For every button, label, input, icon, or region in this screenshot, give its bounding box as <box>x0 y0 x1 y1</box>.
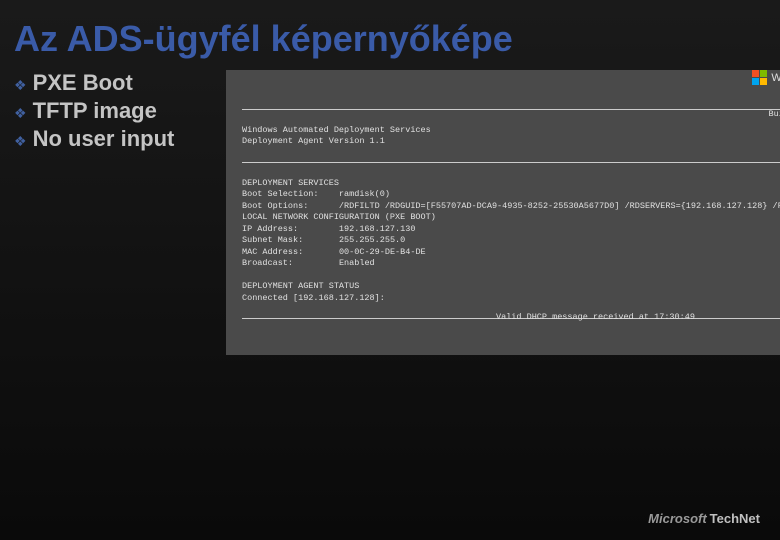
footer-logo: Microsoft TechNet <box>648 511 760 526</box>
content-area: ❖ PXE Boot ❖ TFTP image ❖ No user input … <box>0 70 780 340</box>
console-line: Subnet Mask: 255.255.255.0 <box>242 235 405 245</box>
section-title: DEPLOYMENT SERVICES <box>242 178 339 188</box>
bullet-list: ❖ PXE Boot ❖ TFTP image ❖ No user input <box>14 70 214 340</box>
section-title: DEPLOYMENT AGENT STATUS <box>242 281 359 291</box>
bullet-text: PXE Boot <box>33 70 133 96</box>
diamond-icon: ❖ <box>14 105 27 122</box>
console-line: Broadcast: Enabled <box>242 258 375 268</box>
console-line: Boot Options: /RDFILTD /RDGUID=[F55707AD… <box>242 201 780 211</box>
console-line: Deployment Agent Version 1.1 <box>242 136 385 146</box>
windows-logo: Windows Server 2003 <box>752 70 780 85</box>
list-item: ❖ TFTP image <box>14 98 214 124</box>
console-line: Boot Selection: ramdisk(0) <box>242 189 390 199</box>
valid-message: Valid DHCP message received at 17:30:49 <box>496 312 695 323</box>
technet-label: TechNet <box>710 511 760 526</box>
product-name: Windows Server <box>771 72 780 84</box>
bullet-text: No user input <box>33 126 175 152</box>
screenshot-topbar: Windows Server 2003 <box>226 70 780 85</box>
diamond-icon: ❖ <box>14 133 27 150</box>
list-item: ❖ No user input <box>14 126 214 152</box>
microsoft-label: Microsoft <box>648 511 707 526</box>
console-line: Connected [192.168.127.128]: <box>242 293 385 303</box>
build-label: Build 5249.15:10:19 <box>769 109 780 120</box>
list-item: ❖ PXE Boot <box>14 70 214 96</box>
slide-title: Az ADS-ügyfél képernyőképe <box>0 0 780 70</box>
console-line: IP Address: 192.168.127.130 <box>242 224 415 234</box>
console-line: MAC Address: 00-0C-29-DE-B4-DE <box>242 247 426 257</box>
console-line: Windows Automated Deployment Services <box>242 125 431 135</box>
ads-screenshot: Windows Server 2003 Windows Automated De… <box>226 70 780 340</box>
section-title: LOCAL NETWORK CONFIGURATION (PXE BOOT) <box>242 212 436 222</box>
bullet-text: TFTP image <box>33 98 157 124</box>
diamond-icon: ❖ <box>14 77 27 94</box>
console-output: Windows Automated Deployment Services De… <box>226 85 780 355</box>
windows-flag-icon <box>752 70 767 85</box>
